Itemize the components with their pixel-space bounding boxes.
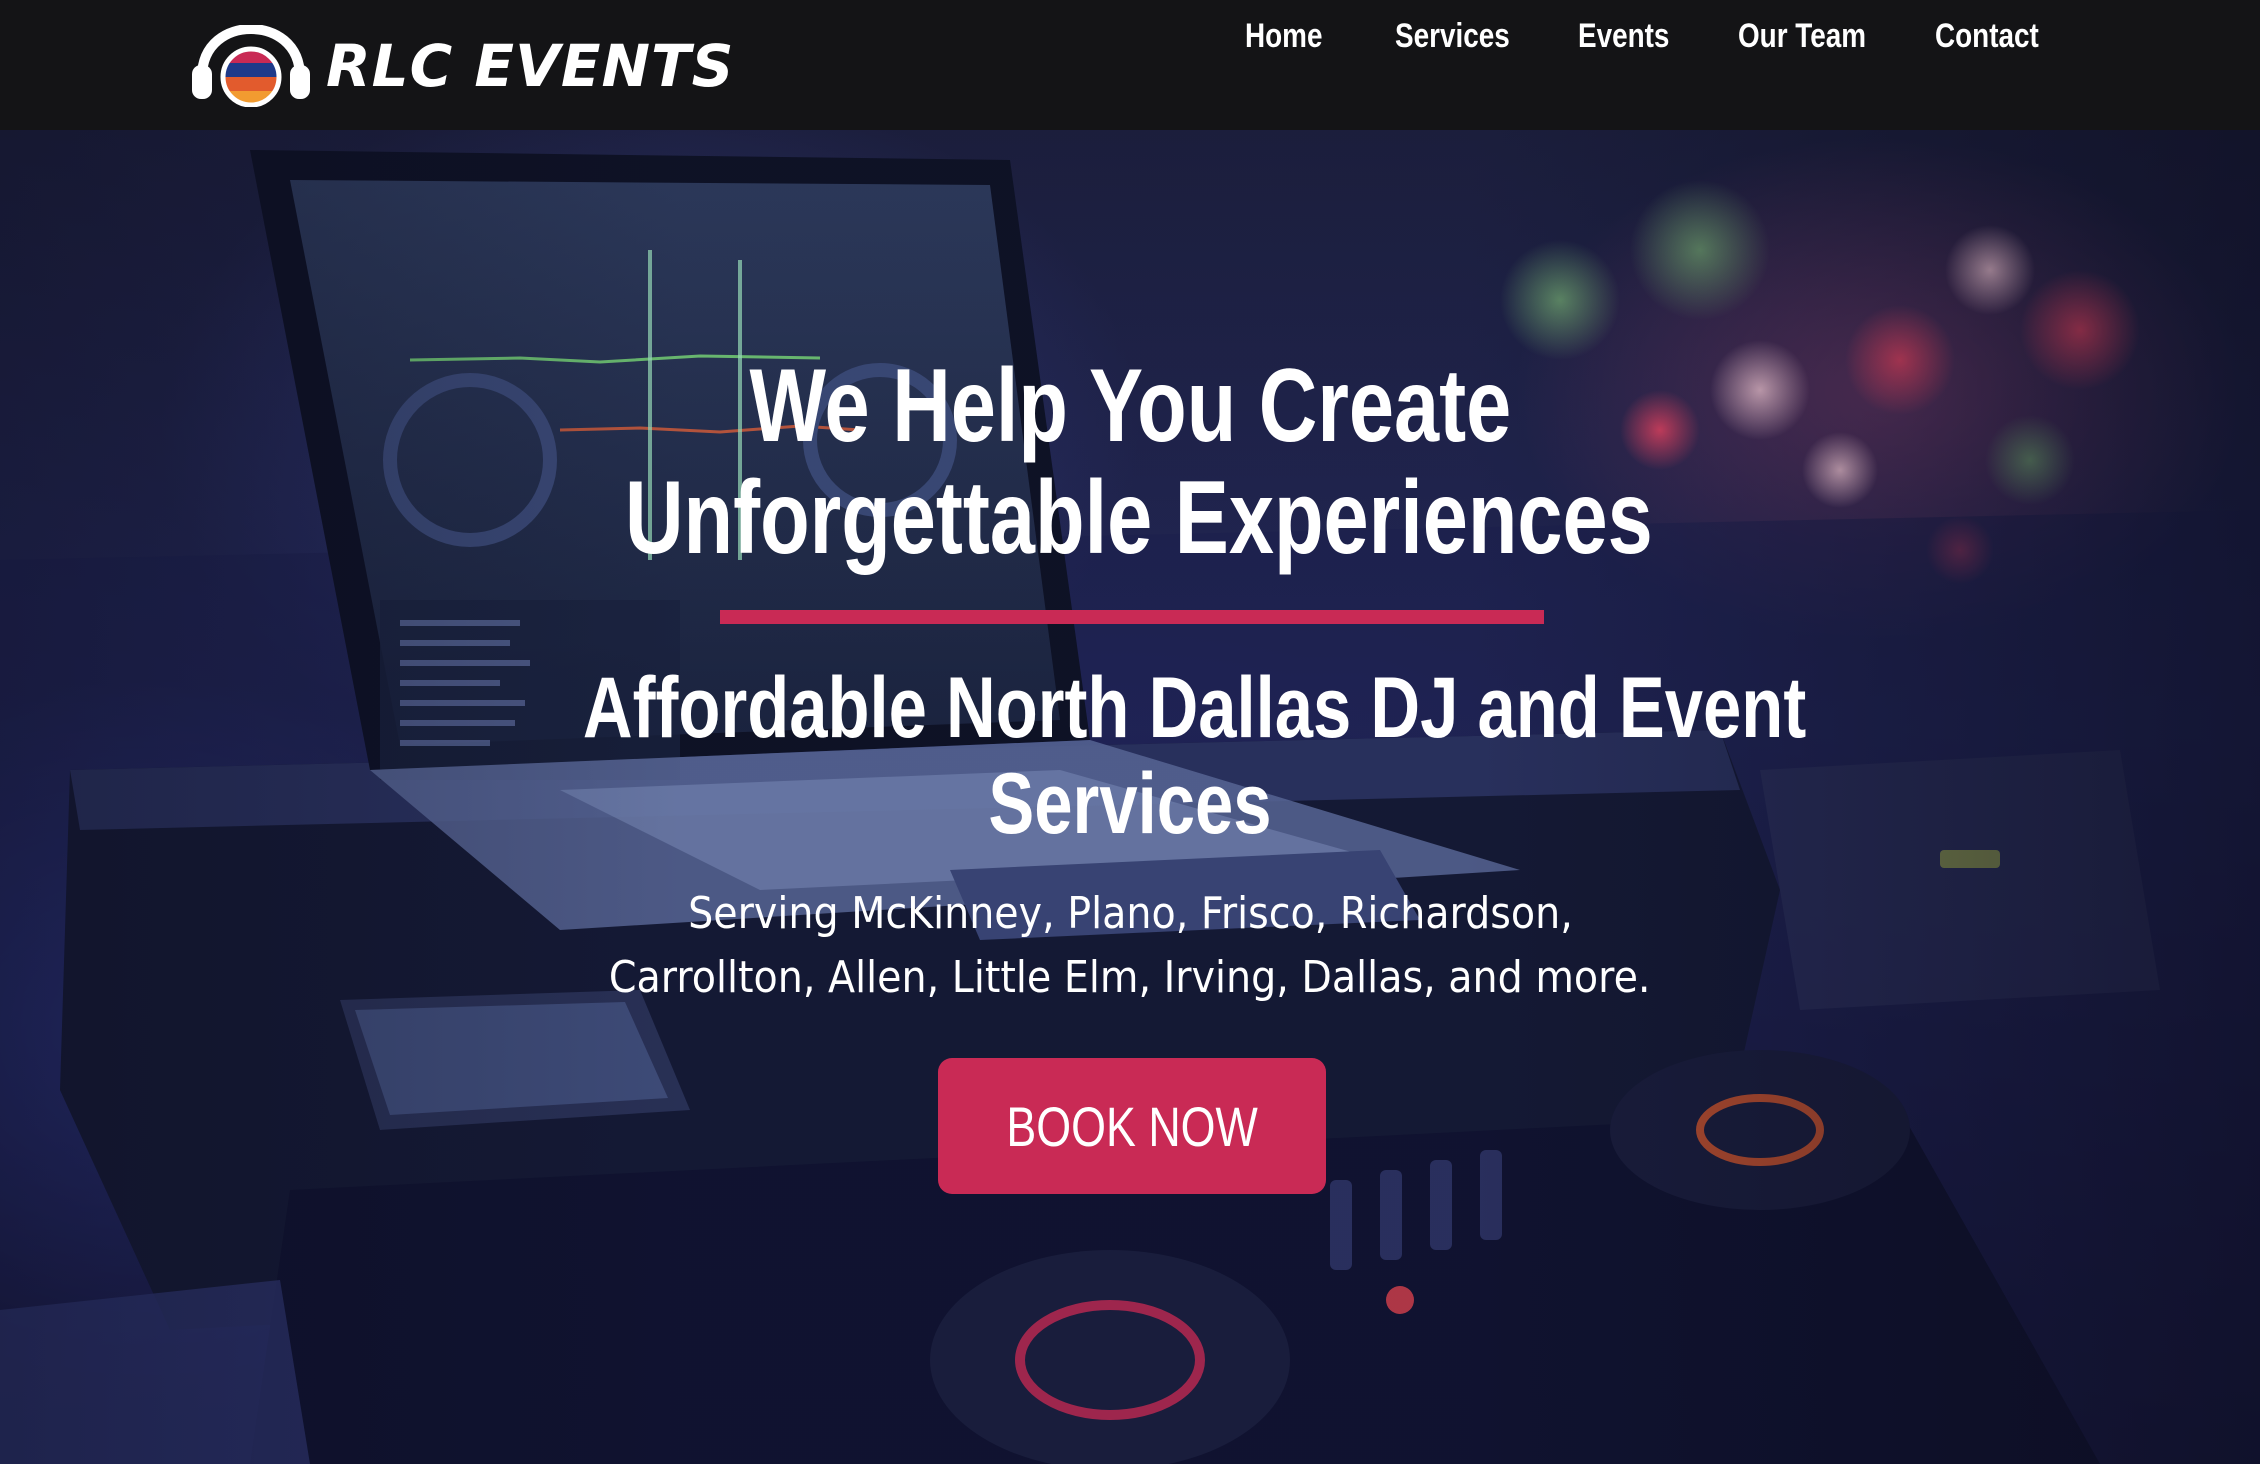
title-underline-divider: [720, 610, 1544, 624]
book-now-button[interactable]: BOOK NOW: [938, 1058, 1326, 1194]
brand-name: RLC EVENTS: [326, 32, 735, 100]
top-nav-bar: RLC EVENTS Home Services Events Our Team…: [0, 0, 2260, 130]
service-areas-text: Serving McKinney, Plano, Frisco, Richard…: [480, 882, 1780, 1010]
service-areas-line-2: Carrollton, Allen, Little Elm, Irving, D…: [609, 952, 1651, 1003]
brand-logo-link[interactable]: RLC EVENTS: [190, 22, 734, 110]
hero-title: We Help You Create Unforgettable Experie…: [480, 350, 1780, 574]
hero-title-line-2: Unforgettable Experiences: [624, 460, 1653, 576]
headphones-logo-icon: [192, 25, 310, 107]
hero-subtitle-line-2: Services: [988, 756, 1272, 852]
nav-link-events[interactable]: Events: [1578, 8, 1669, 64]
book-now-label: BOOK NOW: [1006, 1094, 1258, 1158]
hero-subtitle: Affordable North Dallas DJ and Event Ser…: [430, 660, 1830, 852]
hero-section: We Help You Create Unforgettable Experie…: [0, 130, 2260, 1464]
nav-link-home[interactable]: Home: [1245, 8, 1322, 64]
nav-link-our-team[interactable]: Our Team: [1738, 8, 1866, 64]
nav-link-services[interactable]: Services: [1395, 8, 1510, 64]
hero-title-line-1: We Help You Create: [749, 348, 1511, 464]
nav-link-contact[interactable]: Contact: [1935, 8, 2039, 64]
service-areas-line-1: Serving McKinney, Plano, Frisco, Richard…: [687, 888, 1573, 939]
hero-subtitle-line-1: Affordable North Dallas DJ and Event: [582, 660, 1807, 756]
